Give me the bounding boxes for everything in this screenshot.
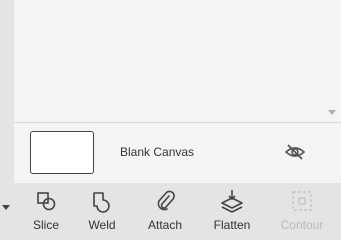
- weld-button[interactable]: Weld: [72, 183, 132, 240]
- contour-button[interactable]: Contour: [272, 183, 332, 240]
- visibility-hidden-icon[interactable]: [284, 143, 306, 161]
- contour-icon: [292, 191, 312, 211]
- slice-button[interactable]: Slice: [16, 183, 76, 240]
- slice-icon: [37, 192, 56, 211]
- weld-icon: [93, 192, 110, 213]
- weld-label: Weld: [88, 218, 116, 232]
- flatten-button[interactable]: Flatten: [202, 183, 262, 240]
- left-strip: [0, 0, 14, 240]
- attach-button[interactable]: Attach: [135, 183, 195, 240]
- layer-actions-toolbar: Slice Weld Attach Flatten Contour: [14, 183, 341, 240]
- scrollbar[interactable]: [324, 0, 341, 122]
- slice-label: Slice: [32, 218, 59, 232]
- attach-icon: [157, 190, 175, 211]
- canvas-label: Blank Canvas: [120, 145, 195, 159]
- layers-list: [16, 0, 322, 122]
- contour-label: Contour: [280, 218, 324, 232]
- attach-label: Attach: [147, 218, 183, 232]
- layers-panel: Blank Canvas Slice Weld Attach Flatten C…: [14, 0, 341, 240]
- flatten-label: Flatten: [213, 218, 251, 232]
- canvas-color-swatch[interactable]: [30, 131, 94, 174]
- blank-canvas-row[interactable]: Blank Canvas: [14, 123, 341, 183]
- scroll-down-arrow-icon[interactable]: [328, 110, 336, 115]
- flatten-icon: [221, 190, 243, 213]
- collapse-arrow-icon[interactable]: [2, 205, 10, 210]
